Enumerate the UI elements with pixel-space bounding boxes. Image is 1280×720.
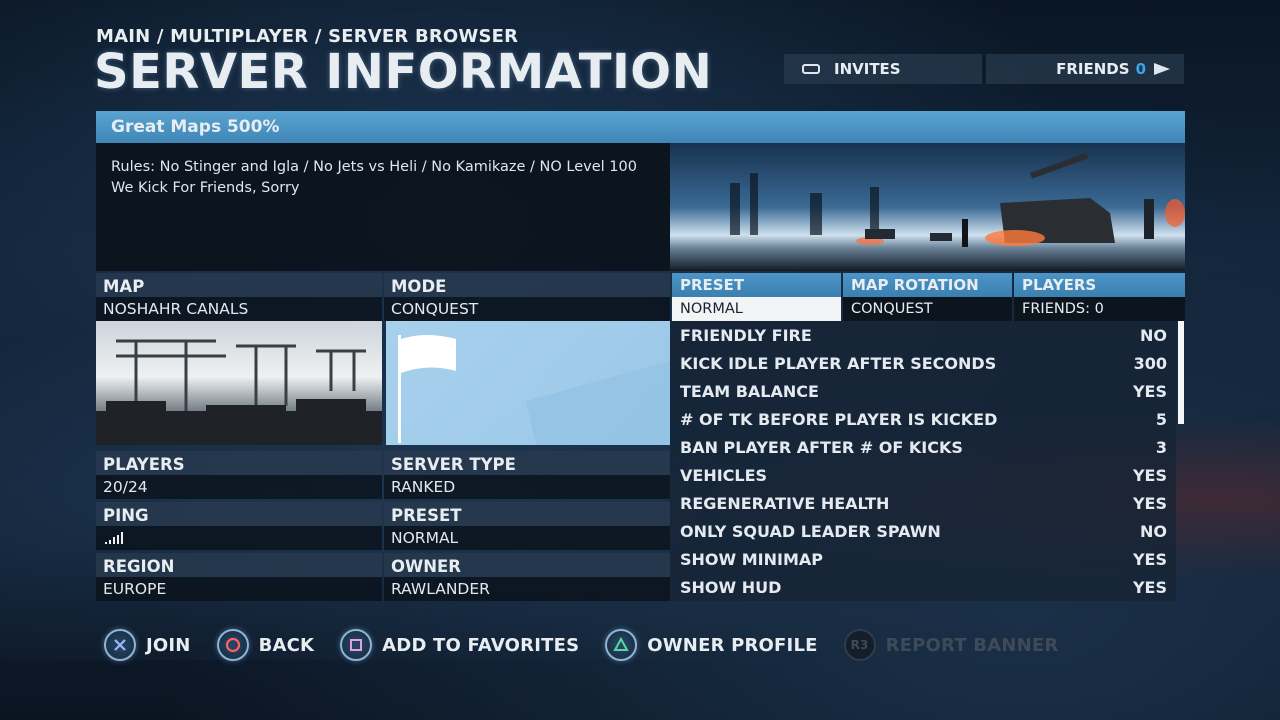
setting-value: 300: [1133, 353, 1167, 373]
setting-value: NO: [1140, 521, 1167, 541]
setting-row[interactable]: BAN PLAYER AFTER # OF KICKS 3: [670, 433, 1176, 461]
join-label: JOIN: [146, 634, 191, 656]
server-name: Great Maps 500%: [111, 117, 280, 137]
settings-list: FRIENDLY FIRE NO KICK IDLE PLAYER AFTER S…: [670, 321, 1176, 601]
settings-scrollbar[interactable]: [1178, 321, 1184, 424]
setting-value: YES: [1132, 465, 1167, 485]
map-preview-image: [96, 321, 382, 445]
setting-value: NO: [1140, 325, 1167, 345]
server-type-label: SERVER TYPE: [384, 451, 670, 475]
players-label: PLAYERS: [96, 451, 382, 475]
setting-name: SHOW MINIMAP: [680, 549, 823, 569]
r3-button-icon: R3: [843, 629, 876, 661]
setting-name: KICK IDLE PLAYER AFTER SECONDS: [680, 353, 997, 373]
map-label: MAP: [96, 273, 382, 297]
setting-row[interactable]: FRIENDLY FIRE NO: [670, 321, 1176, 349]
flag-pole: [398, 335, 401, 443]
tab-players-value[interactable]: FRIENDS: 0: [1014, 297, 1185, 321]
friends-button[interactable]: FRIENDS 0: [986, 54, 1184, 84]
players-value: 20/24: [96, 475, 382, 499]
server-description: Rules: No Stinger and Igla / No Jets vs …: [96, 143, 670, 271]
mode-preview-image: [386, 321, 670, 445]
setting-name: FRIENDLY FIRE: [680, 325, 812, 345]
setting-name: # OF TK BEFORE PLAYER IS KICKED: [680, 409, 998, 429]
owner-profile-label: OWNER PROFILE: [647, 634, 818, 656]
setting-name: SHOW HUD: [680, 577, 782, 597]
square-button-icon: [340, 629, 373, 661]
setting-name: TEAM BALANCE: [680, 381, 819, 401]
invites-button[interactable]: INVITES: [784, 54, 982, 84]
mode-label: MODE: [384, 273, 670, 297]
tab-map-rotation-value[interactable]: CONQUEST: [843, 297, 1012, 321]
signal-bar: [121, 532, 123, 544]
add-to-favorites-button[interactable]: ADD TO FAVORITES: [340, 629, 579, 661]
friends-count: 0: [1135, 60, 1146, 78]
owner-profile-button[interactable]: OWNER PROFILE: [605, 629, 817, 661]
setting-name: REGENERATIVE HEALTH: [680, 493, 890, 513]
signal-strength-icon: [105, 532, 123, 544]
description-line: Rules: No Stinger and Igla / No Jets vs …: [111, 159, 637, 175]
tab-map-rotation[interactable]: MAP ROTATION: [843, 273, 1012, 297]
setting-row[interactable]: REGENERATIVE HEALTH YES: [670, 489, 1176, 517]
setting-name: VEHICLES: [680, 465, 768, 485]
signal-bar: [113, 537, 115, 544]
setting-row[interactable]: SHOW HUD YES: [670, 573, 1176, 601]
setting-value: 3: [1155, 437, 1167, 457]
setting-value: 5: [1155, 409, 1167, 429]
setting-value: YES: [1132, 577, 1167, 597]
setting-name: BAN PLAYER AFTER # OF KICKS: [680, 437, 963, 457]
owner-value: RAWLANDER: [384, 577, 670, 601]
region-value: EUROPE: [96, 577, 382, 601]
invites-label: INVITES: [834, 60, 901, 78]
signal-bar: [105, 542, 107, 544]
setting-row[interactable]: ONLY SQUAD LEADER SPAWN NO: [670, 517, 1176, 545]
tab-preset[interactable]: PRESET: [672, 273, 841, 297]
join-button[interactable]: JOIN: [104, 629, 191, 661]
circle-button-icon: [216, 629, 249, 661]
signal-bar: [109, 539, 111, 544]
setting-row[interactable]: # OF TK BEFORE PLAYER IS KICKED 5: [670, 405, 1176, 433]
favorites-label: ADD TO FAVORITES: [382, 634, 580, 656]
ping-label: PING: [96, 502, 382, 526]
setting-row[interactable]: VEHICLES YES: [670, 461, 1176, 489]
ping-value: [96, 526, 382, 550]
setting-value: YES: [1132, 493, 1167, 513]
setting-value: YES: [1132, 549, 1167, 569]
touchpad-icon: [802, 64, 820, 74]
description-line: We Kick For Friends, Sorry: [111, 180, 300, 196]
preset-label: PRESET: [384, 502, 670, 526]
owner-label: OWNER: [384, 553, 670, 577]
setting-value: YES: [1132, 381, 1167, 401]
region-label: REGION: [96, 553, 382, 577]
friends-label: FRIENDS: [1056, 60, 1130, 78]
page-title: SERVER INFORMATION: [94, 44, 713, 100]
server-banner-image: [670, 143, 1185, 271]
cross-button-icon: [104, 629, 136, 661]
server-type-value: RANKED: [384, 475, 670, 499]
flag-icon: [401, 335, 456, 373]
server-name-bar: Great Maps 500%: [96, 111, 1185, 143]
setting-row[interactable]: SHOW MINIMAP YES: [670, 545, 1176, 573]
report-banner-label: REPORT BANNER: [885, 634, 1059, 656]
triangle-button-icon: [605, 629, 638, 661]
setting-row[interactable]: TEAM BALANCE YES: [670, 377, 1176, 405]
setting-row[interactable]: KICK IDLE PLAYER AFTER SECONDS 300: [670, 349, 1176, 377]
play-triangle-icon: [1154, 63, 1170, 75]
tab-players[interactable]: PLAYERS: [1014, 273, 1185, 297]
button-prompt-bar: JOIN BACK ADD TO FAVORITES OWNER PROFILE…: [104, 628, 1084, 662]
signal-bar: [117, 534, 119, 544]
preset-value: NORMAL: [384, 526, 670, 550]
mode-value: CONQUEST: [384, 297, 670, 321]
back-label: BACK: [258, 634, 315, 656]
tab-preset-value[interactable]: NORMAL: [672, 297, 841, 321]
back-button[interactable]: BACK: [216, 629, 315, 661]
map-value: NOSHAHR CANALS: [96, 297, 382, 321]
setting-name: ONLY SQUAD LEADER SPAWN: [680, 521, 941, 541]
report-banner-button[interactable]: R3 REPORT BANNER: [843, 629, 1059, 661]
